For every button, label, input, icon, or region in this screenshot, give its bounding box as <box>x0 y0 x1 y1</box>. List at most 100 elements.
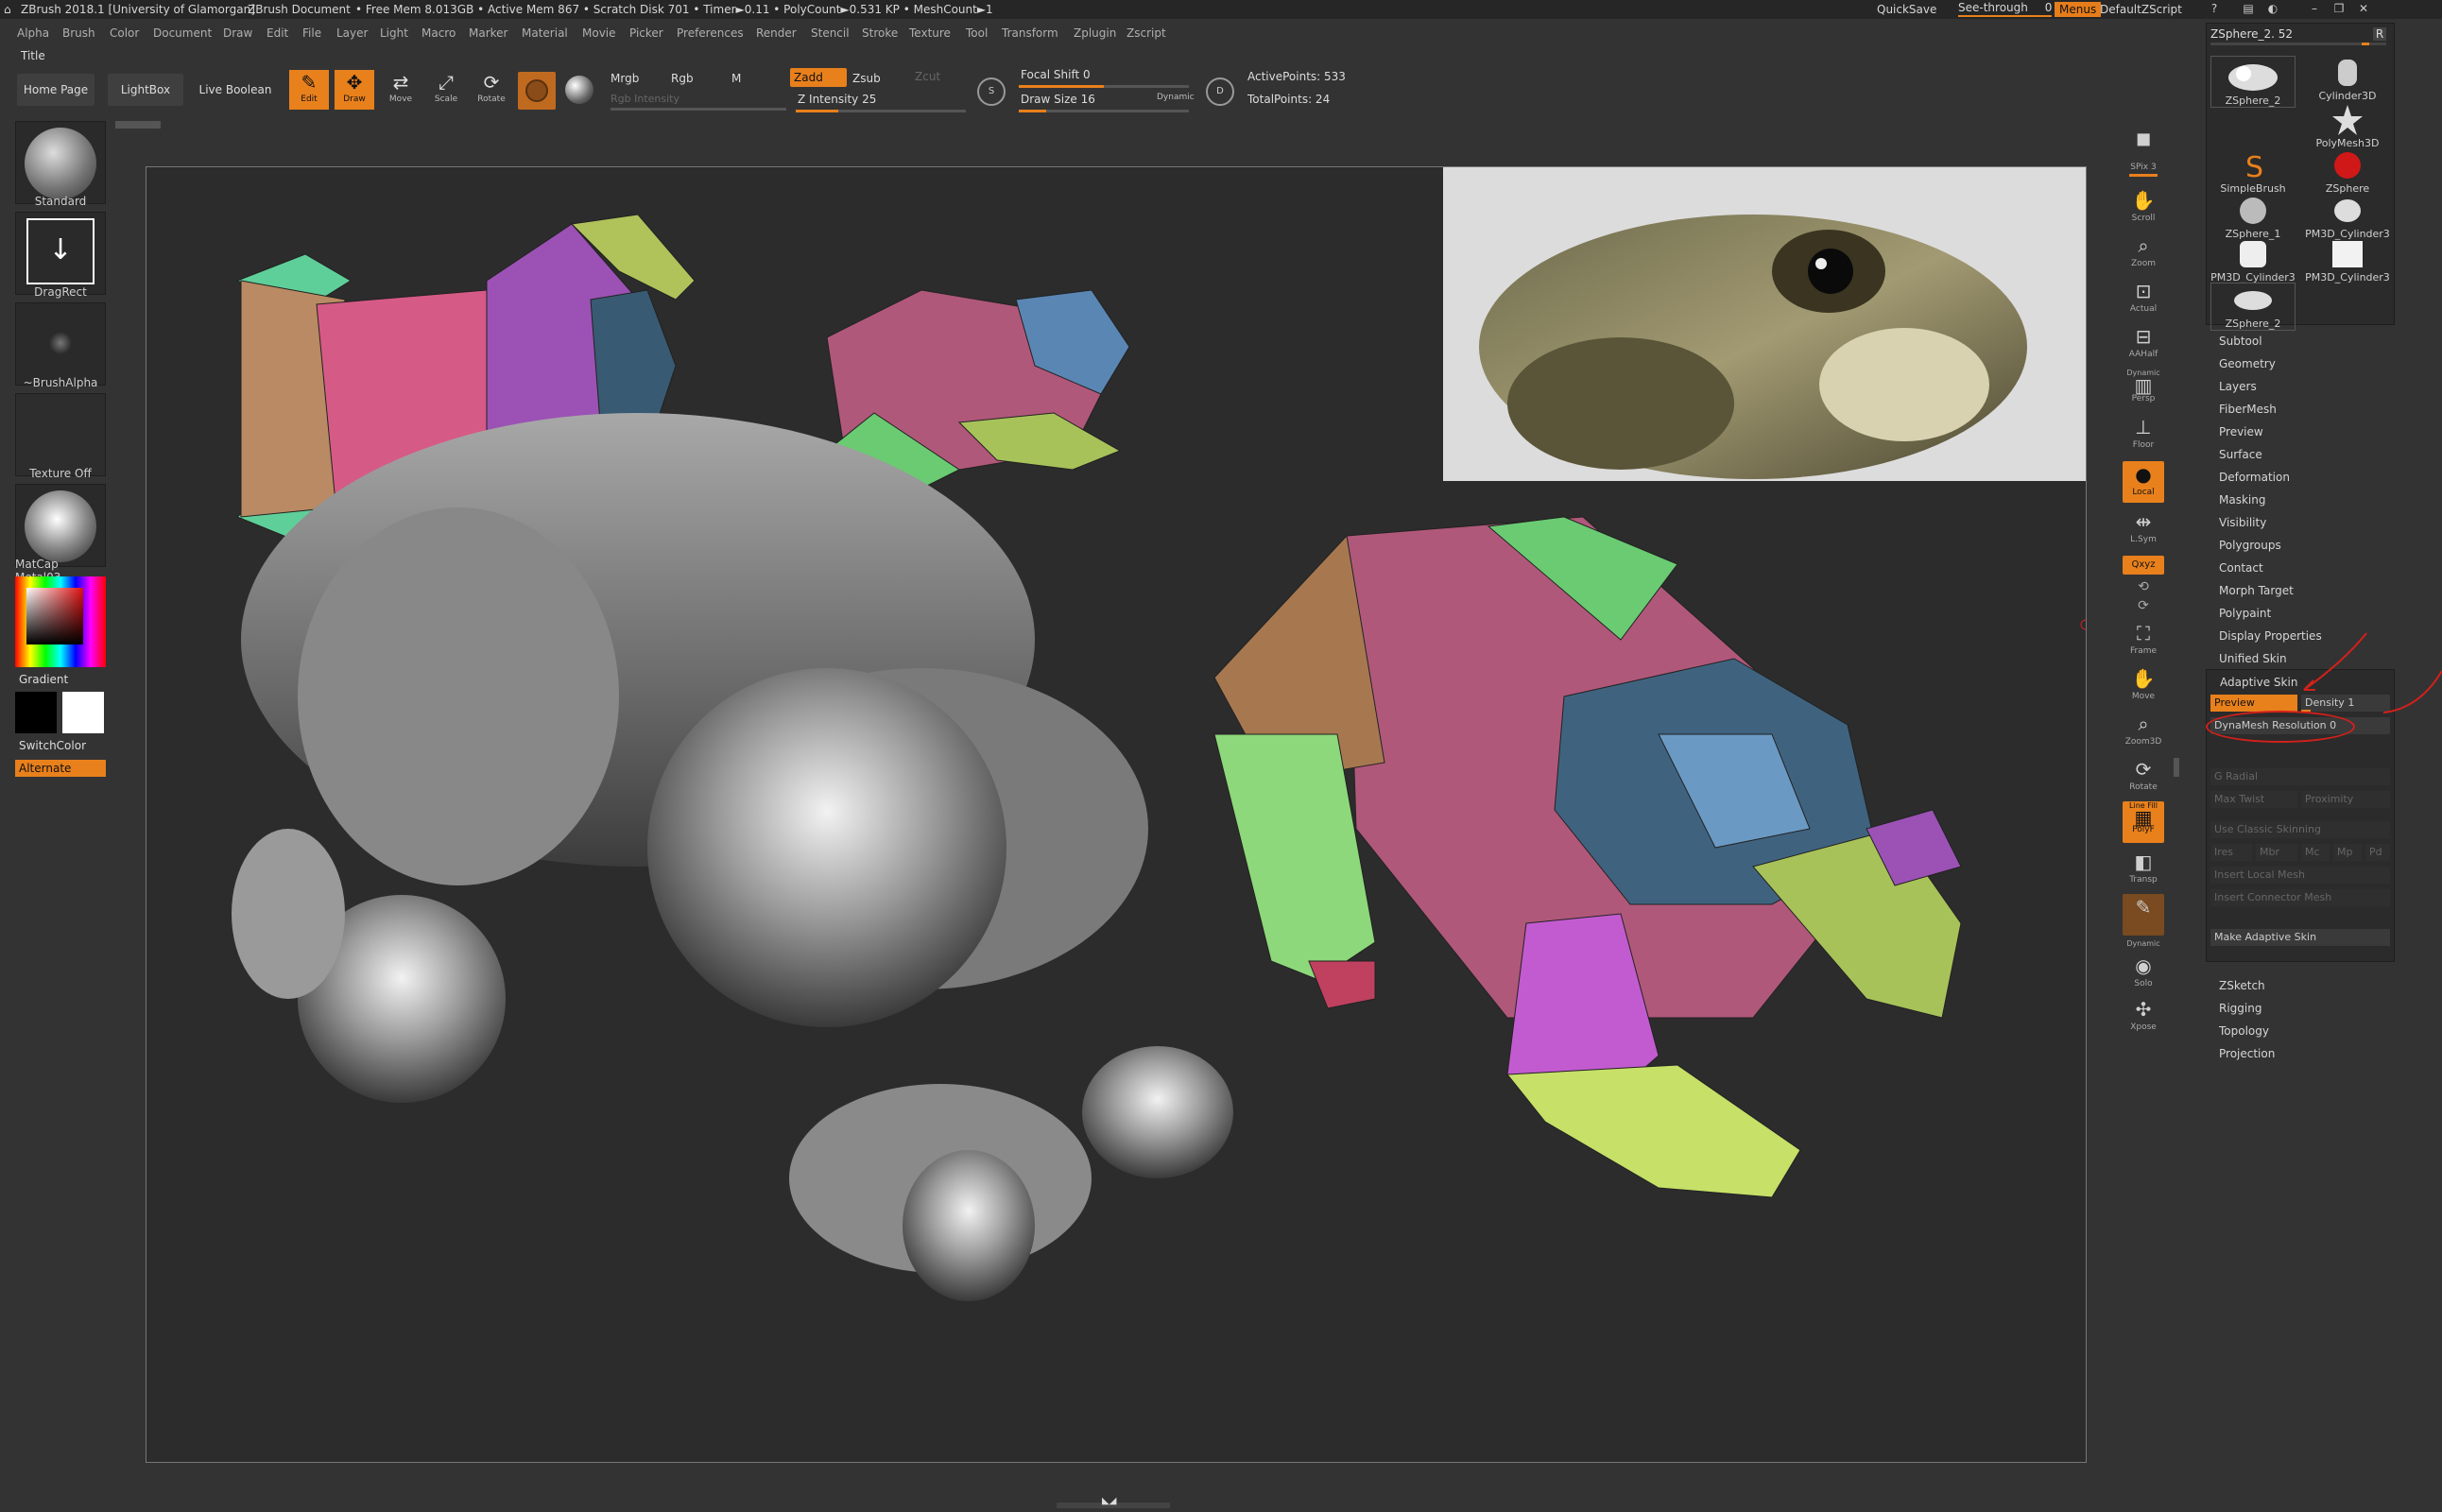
pd-button[interactable]: Pd <box>2365 844 2390 861</box>
menu-layer[interactable]: Layer <box>336 26 368 40</box>
solo-button[interactable]: ◉ Solo <box>2123 953 2164 994</box>
menu-tool[interactable]: Tool <box>966 26 988 40</box>
menu-alpha[interactable]: Alpha <box>17 26 49 40</box>
ghost-button[interactable]: ✎ <box>2123 894 2164 936</box>
proximity-slider[interactable]: Proximity <box>2301 791 2390 808</box>
menu-topology[interactable]: Topology <box>2219 1024 2269 1038</box>
minimize-icon[interactable]: – <box>2308 2 2321 15</box>
lightbox-button[interactable]: LightBox <box>108 74 183 106</box>
menu-stencil[interactable]: Stencil <box>811 26 850 40</box>
menu-macro[interactable]: Macro <box>421 26 456 40</box>
insert-local-mesh-button[interactable]: Insert Local Mesh <box>2210 867 2390 884</box>
rotate-view-button[interactable]: ⟳ Rotate <box>2123 756 2164 798</box>
restore-icon[interactable]: ❐ <box>2332 2 2346 15</box>
menu-rigging[interactable]: Rigging <box>2219 1002 2261 1015</box>
frame-button[interactable]: ⛶ Frame <box>2123 620 2164 662</box>
lsym-button[interactable]: ⇹ L.Sym <box>2123 508 2164 550</box>
color-picker[interactable] <box>15 576 106 667</box>
polyf-button[interactable]: Line Fill ▦ PolyF <box>2123 801 2164 843</box>
menu-masking[interactable]: Masking <box>2219 493 2265 507</box>
menu-surface[interactable]: Surface <box>2219 448 2262 461</box>
menu-movie[interactable]: Movie <box>582 26 616 40</box>
sphere-material-icon[interactable] <box>565 76 593 104</box>
dynamic-toggle[interactable]: Dynamic <box>1157 93 1195 102</box>
menu-visibility[interactable]: Visibility <box>2219 516 2266 529</box>
texture-thumbnail[interactable] <box>15 393 106 476</box>
menu-material[interactable]: Material <box>522 26 568 40</box>
mc-button[interactable]: Mc <box>2301 844 2330 861</box>
scale-button[interactable]: ⤢ Scale <box>427 70 465 108</box>
m-button[interactable]: M <box>731 72 741 85</box>
persp-button[interactable]: Dynamic ▥ Persp <box>2123 369 2164 410</box>
rgb-intensity-track[interactable] <box>610 108 786 111</box>
mp-button[interactable]: Mp <box>2333 844 2362 861</box>
actual-button[interactable]: ⊡ Actual <box>2123 278 2164 319</box>
tool-zsphere-2[interactable]: ZSphere_2 <box>2210 56 2296 108</box>
menu-document[interactable]: Document <box>153 26 212 40</box>
document-canvas[interactable] <box>146 166 2087 1463</box>
shelf-scroll-handle[interactable] <box>115 121 161 129</box>
menu-unified-skin[interactable]: Unified Skin <box>2219 652 2287 665</box>
draw-size-slider[interactable]: Draw Size 16 <box>1021 93 1095 106</box>
tool-pm3d-cylinder3-a[interactable]: PM3D_Cylinder3 <box>2305 194 2390 240</box>
xyz-button[interactable]: Qxyz <box>2123 556 2164 575</box>
menu-draw[interactable]: Draw <box>223 26 252 40</box>
menu-marker[interactable]: Marker <box>469 26 507 40</box>
zcut-button[interactable]: Zcut <box>915 70 940 83</box>
menu-transform[interactable]: Transform <box>1002 26 1058 40</box>
default-zscript-button[interactable]: DefaultZScript <box>2100 0 2182 19</box>
menu-preferences[interactable]: Preferences <box>677 26 744 40</box>
y-rotate-icon[interactable]: ⟲ <box>2123 578 2164 595</box>
quicksave-button[interactable]: QuickSave <box>1877 0 1936 19</box>
tool-polymesh3d[interactable]: PolyMesh3D <box>2305 103 2390 149</box>
adaptive-preview-button[interactable]: Preview <box>2210 695 2297 712</box>
symmetry-s-icon[interactable]: S <box>977 77 1006 106</box>
live-boolean-button[interactable]: Live Boolean <box>193 74 278 106</box>
spix-slider[interactable]: SPix 3 <box>2123 163 2164 183</box>
menu-light[interactable]: Light <box>380 26 408 40</box>
menu-contact[interactable]: Contact <box>2219 561 2263 575</box>
aahalf-button[interactable]: ⊟ AAHalf <box>2123 323 2164 365</box>
tool-pm3d-cylinder3-c[interactable]: PM3D_Cylinder3 <box>2305 237 2390 284</box>
focal-shift-slider[interactable]: Focal Shift 0 <box>1021 68 1091 81</box>
insert-connector-mesh-button[interactable]: Insert Connector Mesh <box>2210 889 2390 906</box>
right-splitter[interactable] <box>2174 758 2179 777</box>
tool-zsphere[interactable]: ZSphere <box>2305 148 2390 195</box>
rgb-button[interactable]: Rgb <box>671 72 694 85</box>
menu-zscript[interactable]: Zscript <box>1126 26 1166 40</box>
zadd-button[interactable]: Zadd <box>790 68 847 87</box>
move-view-button[interactable]: ✋ Move <box>2123 665 2164 707</box>
layout-icon[interactable]: ▤ <box>2242 2 2255 15</box>
close-icon[interactable]: ✕ <box>2357 2 2370 15</box>
g-radial-slider[interactable]: G Radial <box>2210 768 2390 785</box>
move-button[interactable]: ⇄ Move <box>382 70 420 108</box>
menu-subtool[interactable]: Subtool <box>2219 335 2262 348</box>
symmetry-d-icon[interactable]: D <box>1206 77 1234 106</box>
menus-toggle[interactable]: Menus <box>2055 2 2102 17</box>
r-button[interactable]: R <box>2373 27 2386 41</box>
menu-fibermesh[interactable]: FiberMesh <box>2219 403 2277 416</box>
tool-cylinder3d[interactable]: Cylinder3D <box>2305 56 2390 102</box>
stroke-thumbnail[interactable]: ↓ <box>15 212 106 295</box>
ires-slider[interactable]: Ires <box>2210 844 2252 861</box>
tool-simplebrush[interactable]: S SimpleBrush <box>2210 148 2296 195</box>
menu-edit[interactable]: Edit <box>267 26 288 40</box>
menu-morph-target[interactable]: Morph Target <box>2219 584 2294 597</box>
home-page-button[interactable]: Home Page <box>17 74 95 106</box>
menu-layers[interactable]: Layers <box>2219 380 2257 393</box>
secondary-color-swatch[interactable] <box>62 692 104 733</box>
help-icon[interactable]: ? <box>2208 2 2221 15</box>
zoom3d-button[interactable]: ⌕ Zoom3D <box>2123 711 2164 752</box>
menu-deformation[interactable]: Deformation <box>2219 471 2290 484</box>
xpose-button[interactable]: ✣ Xpose <box>2123 996 2164 1038</box>
rotate-button[interactable]: ⟳ Rotate <box>473 70 510 108</box>
edit-button[interactable]: ✎ Edit <box>289 70 329 110</box>
z-intensity-track[interactable] <box>796 110 966 112</box>
menu-brush[interactable]: Brush <box>62 26 95 40</box>
z-rotate-icon[interactable]: ⟳ <box>2123 597 2164 614</box>
color-square[interactable] <box>26 588 83 644</box>
local-button[interactable]: ● Local <box>2123 461 2164 503</box>
see-through-slider[interactable]: See-through 0 <box>1958 0 2053 17</box>
draw-button[interactable]: ✥ Draw <box>335 70 374 110</box>
alpha-thumbnail[interactable] <box>15 302 106 386</box>
